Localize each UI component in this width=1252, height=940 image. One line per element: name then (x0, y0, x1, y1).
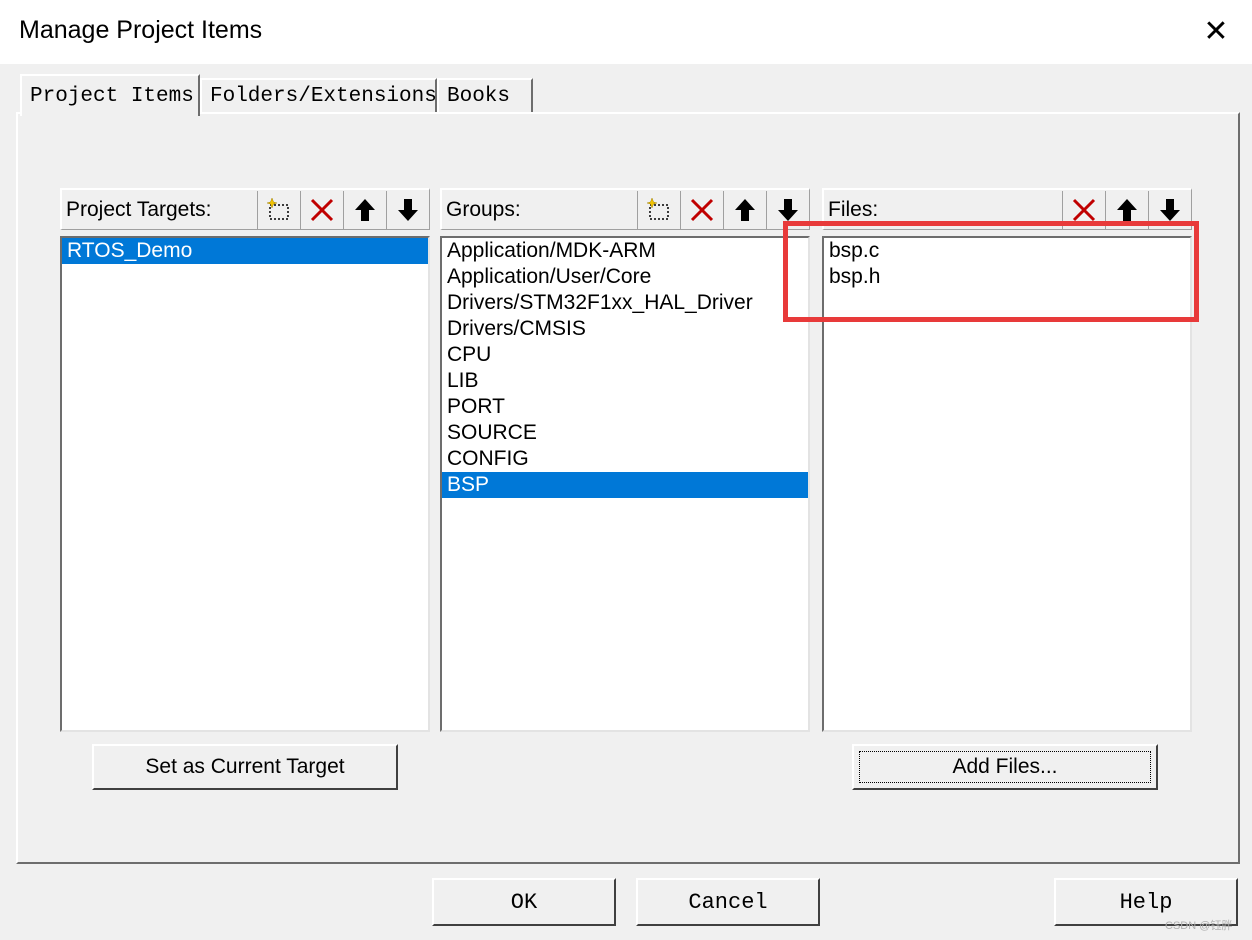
list-item[interactable]: PORT (442, 394, 808, 420)
list-item[interactable]: SOURCE (442, 420, 808, 446)
delete-icon (690, 198, 714, 221)
close-button[interactable]: ✕ (1190, 8, 1242, 54)
move-down-icon (398, 198, 418, 221)
new-target-button[interactable] (257, 190, 300, 229)
new-group-button[interactable] (637, 190, 680, 229)
list-item[interactable]: CPU (442, 342, 808, 368)
move-file-up-button[interactable] (1105, 190, 1148, 229)
targets-listbox[interactable]: RTOS_Demo (60, 236, 430, 732)
new-item-icon (266, 196, 289, 220)
list-item[interactable]: Application/MDK-ARM (442, 238, 808, 264)
delete-group-button[interactable] (680, 190, 723, 229)
add-files-button[interactable]: Add Files... (852, 744, 1158, 790)
move-group-up-button[interactable] (723, 190, 766, 229)
files-listbox[interactable]: bsp.c bsp.h (822, 236, 1192, 732)
tab-project-items[interactable]: Project Items (20, 74, 200, 116)
list-item[interactable]: CONFIG (442, 446, 808, 472)
move-target-down-button[interactable] (386, 190, 429, 229)
move-up-icon (735, 198, 755, 221)
groups-listbox[interactable]: Application/MDK-ARM Application/User/Cor… (440, 236, 810, 732)
delete-file-button[interactable] (1062, 190, 1105, 229)
move-target-up-button[interactable] (343, 190, 386, 229)
move-group-down-button[interactable] (766, 190, 809, 229)
watermark: CSDN @钰胖 (1165, 920, 1233, 932)
tab-folders-extensions[interactable]: Folders/Extensions (200, 78, 437, 112)
list-item[interactable]: RTOS_Demo (62, 238, 428, 264)
delete-icon (310, 198, 334, 221)
files-header: Files: (822, 188, 1192, 230)
new-item-icon (646, 196, 669, 220)
list-item[interactable]: LIB (442, 368, 808, 394)
list-item[interactable]: Drivers/CMSIS (442, 316, 808, 342)
delete-target-button[interactable] (300, 190, 343, 229)
list-item[interactable]: BSP (442, 472, 808, 498)
move-up-icon (1117, 198, 1137, 221)
cancel-button[interactable]: Cancel (636, 878, 820, 926)
dialog-title: Manage Project Items (19, 16, 263, 44)
files-header-label: Files: (828, 197, 879, 221)
move-file-down-button[interactable] (1148, 190, 1191, 229)
move-down-icon (1160, 198, 1180, 221)
targets-header: Project Targets: (60, 188, 430, 230)
delete-icon (1072, 198, 1096, 221)
move-down-icon (778, 198, 798, 221)
list-item[interactable]: Application/User/Core (442, 264, 808, 290)
targets-header-label: Project Targets: (66, 197, 212, 221)
tab-books[interactable]: Books (437, 78, 533, 112)
groups-header-label: Groups: (446, 197, 521, 221)
set-current-target-button[interactable]: Set as Current Target (92, 744, 398, 790)
groups-header: Groups: (440, 188, 810, 230)
list-item[interactable]: bsp.c (824, 238, 1190, 264)
move-up-icon (355, 198, 375, 221)
list-item[interactable]: Drivers/STM32F1xx_HAL_Driver (442, 290, 808, 316)
list-item[interactable]: bsp.h (824, 264, 1190, 290)
close-icon: ✕ (1203, 14, 1229, 48)
ok-button[interactable]: OK (432, 878, 616, 926)
